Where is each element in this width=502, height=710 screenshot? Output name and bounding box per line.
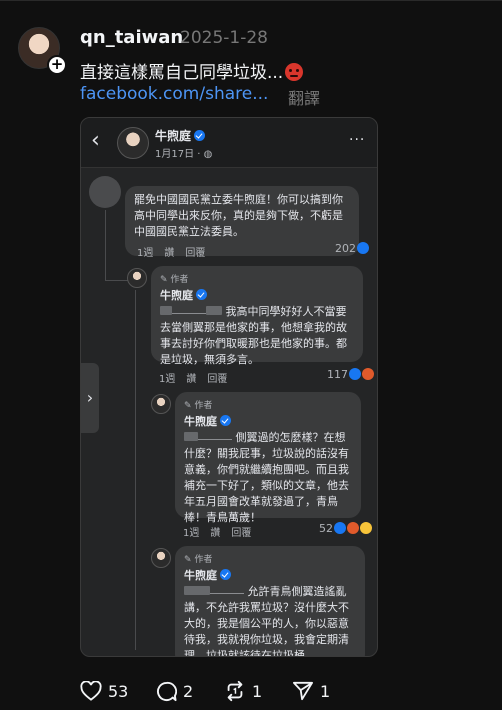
verified-icon — [220, 415, 231, 426]
comment-2-name: 牛煦庭 — [160, 288, 354, 304]
comment-2-reply-link[interactable]: 回覆 — [207, 374, 227, 385]
comment-1-like-link[interactable]: 讚 — [164, 248, 174, 259]
like-button[interactable]: 53 — [80, 680, 156, 702]
redacted-name — [210, 586, 244, 594]
comment-icon — [157, 681, 177, 701]
fb-page-name-text: 牛煦庭 — [155, 129, 192, 143]
like-count: 53 — [108, 681, 129, 701]
author-tag: ✎ 作者 — [160, 275, 189, 285]
comment-3-body: 側翼過的怎麼樣？在想什麼？關我屁事，垃圾說的話沒有意義，你們就繼續抱團吧。而且我… — [184, 430, 352, 526]
post-actions: 53 2 1 1 — [80, 680, 352, 702]
like-reaction-icon — [357, 242, 369, 254]
thread-line — [135, 290, 136, 650]
comment-3-reply-link[interactable]: 回覆 — [231, 528, 251, 539]
redacted-name — [184, 432, 198, 441]
fb-post-date: 1月17日 · ◍ — [155, 149, 213, 160]
share-count: 1 — [320, 681, 331, 701]
comment-2-count: 117 — [327, 368, 348, 381]
commenter-avatar — [89, 176, 121, 208]
comment-3-count: 52 — [319, 522, 333, 535]
comment-2-time: 1週 — [159, 374, 176, 385]
share-button[interactable]: 1 — [292, 680, 352, 702]
comment-3-reactions: 52 — [319, 522, 372, 535]
redacted-name — [198, 432, 232, 440]
reply-avatar — [151, 548, 171, 568]
author-tag: ✎ 作者 — [184, 401, 213, 411]
top-divider — [0, 0, 502, 1]
fb-page-avatar — [117, 127, 149, 159]
comment-1-text: 罷免中國國民黨立委牛煦庭！你可以搞到你高中同學出來反你，真的是夠下做，不虧是中國… — [134, 193, 343, 238]
comment-3-like-link[interactable]: 讚 — [210, 528, 220, 539]
comment-1-time: 1週 — [137, 248, 154, 259]
haha-reaction-icon — [360, 522, 372, 534]
more-icon: ··· — [349, 132, 366, 148]
like-reaction-icon — [334, 522, 346, 534]
post-text: 直接這樣罵自己同學垃圾... — [80, 58, 304, 83]
comment-3-time: 1週 — [183, 528, 200, 539]
repost-icon — [227, 680, 243, 702]
post-date: 2025-1-28 — [180, 28, 268, 48]
back-arrow-icon: ‹ — [91, 128, 100, 153]
redacted-name — [184, 586, 210, 595]
comment-3-meta: 1週讚回覆 — [183, 524, 262, 539]
comment-bubble-4: ✎ 作者 牛煦庭 允許青鳥側翼造謠亂講，不允許我罵垃圾？沒什麼大不大的，我是個公… — [175, 546, 365, 657]
comment-3-text: 側翼過的怎麼樣？在想什麼？關我屁事，垃圾說的話沒有意義，你們就繼續抱團吧。而且我… — [184, 431, 349, 524]
fb-page-name: 牛煦庭 — [155, 127, 206, 144]
comment-2-reactions: 117 — [327, 368, 374, 381]
post-text-content: 直接這樣罵自己同學垃圾... — [80, 63, 284, 83]
comment-4-name: 牛煦庭 — [184, 568, 356, 584]
comment-1-meta: 1週讚回覆 — [137, 244, 216, 259]
comment-3-name-text: 牛煦庭 — [184, 415, 217, 428]
reply-avatar — [127, 268, 147, 288]
verified-icon — [196, 289, 207, 300]
translate-button[interactable]: 翻譯 — [288, 85, 320, 109]
redacted-name — [206, 306, 222, 315]
comment-4-name-text: 牛煦庭 — [184, 569, 217, 582]
verified-icon — [194, 130, 206, 141]
embedded-screenshot[interactable]: ‹ 牛煦庭 1月17日 · ◍ ··· › 罷免中國國民黨立委牛煦庭！你可以搞到… — [80, 117, 378, 657]
comment-2-body: 我高中同學好好人不當要去當側翼那是他家的事，他想拿我的故事去討好你們取暖那也是他… — [160, 304, 354, 368]
comment-1-count: 202 — [335, 242, 356, 255]
follow-plus-icon[interactable]: + — [47, 55, 67, 75]
comment-1-reply-link[interactable]: 回覆 — [185, 248, 205, 259]
comment-2-meta: 1週讚回覆 — [159, 370, 238, 385]
comment-bubble-2: ✎ 作者 牛煦庭 我高中同學好好人不當要去當側翼那是他家的事，他想拿我的故事去討… — [151, 266, 363, 366]
send-icon — [292, 681, 313, 701]
shared-link[interactable]: facebook.com/share... — [80, 84, 268, 104]
comment-1-reactions: 202 — [335, 242, 369, 255]
comment-2-like-link[interactable]: 讚 — [186, 374, 196, 385]
side-tab-chevron-icon: › — [81, 363, 99, 433]
author-tag: ✎ 作者 — [184, 555, 213, 565]
post-username[interactable]: qn_taiwan — [80, 27, 183, 48]
comment-2-name-text: 牛煦庭 — [160, 289, 193, 302]
like-reaction-icon — [349, 368, 361, 380]
repost-button[interactable]: 1 — [224, 680, 292, 702]
heart-icon — [80, 681, 102, 701]
comment-bubble-3: ✎ 作者 牛煦庭 側翼過的怎麼樣？在想什麼？關我屁事，垃圾說的話沒有意義，你們就… — [175, 392, 361, 524]
redacted-name — [172, 306, 206, 314]
comment-count: 2 — [183, 681, 194, 701]
fb-header: ‹ 牛煦庭 1月17日 · ◍ ··· — [81, 118, 377, 168]
angry-reaction-icon — [347, 522, 359, 534]
thread-line — [105, 210, 106, 280]
verified-icon — [220, 569, 231, 580]
comment-4-text: 允許青鳥側翼造謠亂講，不允許我罵垃圾？沒什麼大不大的，我是個公平的人，你以惡意待… — [184, 585, 349, 657]
comment-3-name: 牛煦庭 — [184, 414, 352, 430]
angry-face-icon — [285, 63, 304, 81]
repost-count: 1 — [252, 681, 263, 701]
comment-button[interactable]: 2 — [156, 680, 224, 702]
comment-2-text: 我高中同學好好人不當要去當側翼那是他家的事，他想拿我的故事去討好你們取暖那也是他… — [160, 305, 347, 366]
angry-reaction-icon — [362, 368, 374, 380]
redacted-name — [160, 306, 172, 315]
comment-4-body: 允許青鳥側翼造謠亂講，不允許我罵垃圾？沒什麼大不大的，我是個公平的人，你以惡意待… — [184, 584, 356, 657]
reply-avatar — [151, 394, 171, 414]
